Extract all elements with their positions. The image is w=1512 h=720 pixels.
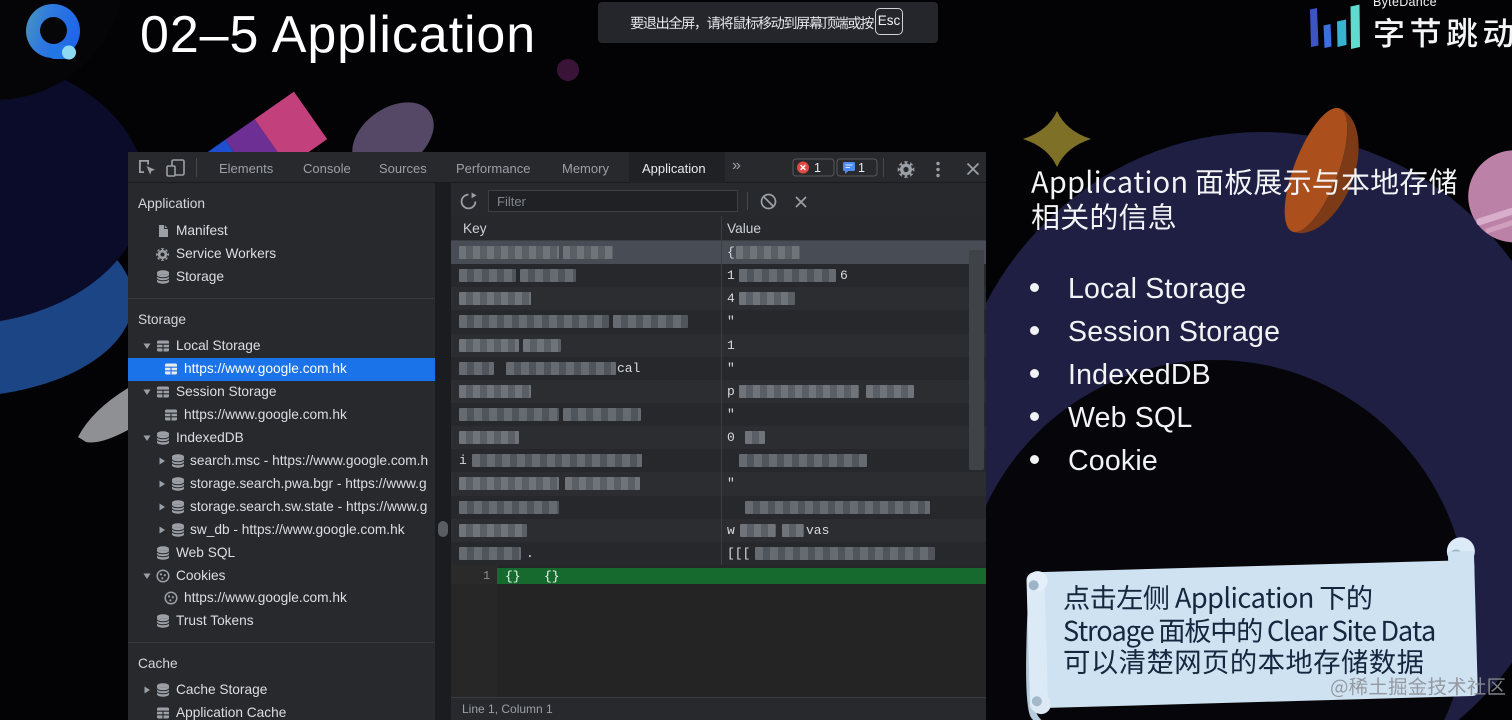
svg-text:1: 1 — [858, 161, 865, 175]
svg-text:1: 1 — [814, 161, 821, 175]
